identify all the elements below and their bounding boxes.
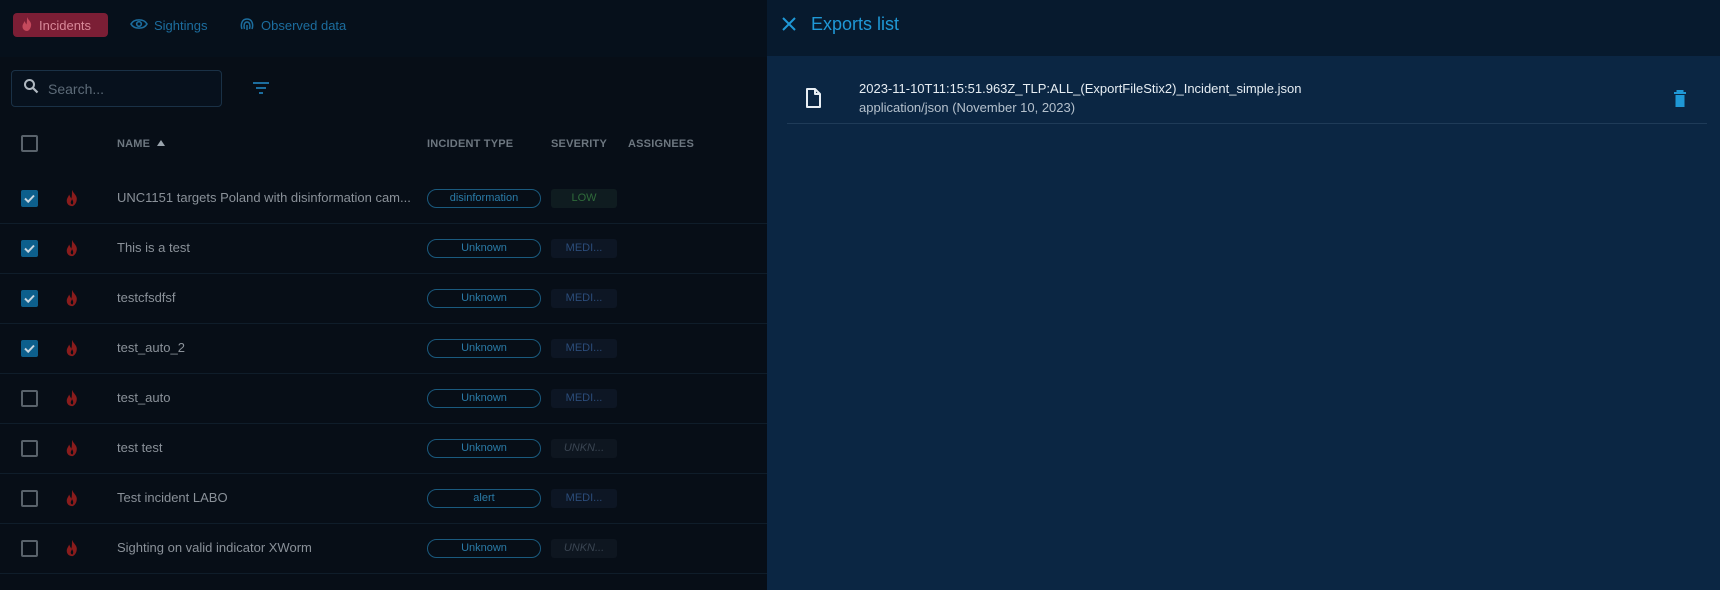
check-icon: [24, 344, 35, 354]
row-checkbox[interactable]: [21, 290, 38, 307]
fire-icon: [21, 16, 39, 34]
column-header-name[interactable]: NAME: [117, 138, 166, 150]
incident-type-chip: Unknown: [427, 339, 541, 358]
severity-badge: MEDI...: [551, 389, 617, 408]
drawer-title: Exports list: [811, 14, 900, 34]
table-row[interactable]: testcfsdfsf Unknown MEDI...: [0, 274, 767, 324]
close-icon: [780, 17, 798, 37]
search-input[interactable]: [46, 79, 210, 98]
incident-name[interactable]: test test: [117, 440, 417, 455]
severity-badge: MEDI...: [551, 489, 617, 508]
search-box: [11, 70, 222, 107]
severity-badge: UNKN...: [551, 439, 617, 458]
incident-name[interactable]: test_auto_2: [117, 340, 417, 355]
table-row[interactable]: test_auto Unknown MEDI...: [0, 374, 767, 424]
export-list-item[interactable]: 2023-11-10T11:15:51.963Z_TLP:ALL_(Export…: [787, 69, 1707, 124]
tab-incidents[interactable]: Incidents: [13, 13, 108, 37]
trash-icon: [1673, 90, 1687, 112]
table-row[interactable]: This is a test Unknown MEDI...: [0, 224, 767, 274]
incident-fire-icon: [65, 189, 79, 212]
sort-ascending-icon: [150, 138, 166, 150]
row-checkbox[interactable]: [21, 390, 38, 407]
tab-label: Observed data: [261, 17, 347, 33]
incidents-pane: Incidents Sightings Observed data NAME: [0, 0, 767, 590]
drawer-header: Exports list: [767, 0, 1720, 56]
search-icon: [12, 78, 39, 99]
check-icon: [24, 294, 35, 304]
incident-type-chip: Unknown: [427, 439, 541, 458]
incident-type-chip: disinformation: [427, 189, 541, 208]
incident-fire-icon: [65, 489, 79, 512]
column-header-incident-type[interactable]: INCIDENT TYPE: [427, 138, 513, 150]
export-file-name: 2023-11-10T11:15:51.963Z_TLP:ALL_(Export…: [859, 81, 1302, 96]
incident-name[interactable]: UNC1151 targets Poland with disinformati…: [117, 190, 417, 205]
incident-name[interactable]: testcfsdfsf: [117, 290, 417, 305]
row-checkbox[interactable]: [21, 190, 38, 207]
incident-fire-icon: [65, 539, 79, 562]
select-all-checkbox[interactable]: [21, 135, 38, 152]
incident-name[interactable]: Test incident LABO: [117, 490, 417, 505]
export-file-meta: application/json (November 10, 2023): [859, 100, 1076, 115]
tab-label: Sightings: [154, 17, 208, 33]
check-icon: [24, 244, 35, 254]
filter-icon: [251, 82, 271, 101]
incident-name[interactable]: This is a test: [117, 240, 417, 255]
incident-fire-icon: [65, 339, 79, 362]
table-row[interactable]: UNC1151 targets Poland with disinformati…: [0, 174, 767, 224]
severity-badge: LOW: [551, 189, 617, 208]
tab-observed-data[interactable]: Observed data: [239, 13, 346, 37]
exports-drawer: Exports list 2023-11-10T11:15:51.963Z_TL…: [767, 0, 1720, 590]
row-checkbox[interactable]: [21, 340, 38, 357]
severity-badge: MEDI...: [551, 239, 617, 258]
severity-badge: UNKN...: [551, 539, 617, 558]
row-checkbox[interactable]: [21, 240, 38, 257]
check-icon: [24, 194, 35, 204]
incident-type-chip: Unknown: [427, 289, 541, 308]
row-checkbox[interactable]: [21, 540, 38, 557]
table-row[interactable]: Sighting on valid indicator XWorm Unknown…: [0, 524, 767, 574]
fingerprint-icon: [239, 16, 261, 35]
incident-fire-icon: [65, 289, 79, 312]
incident-type-chip: Unknown: [427, 239, 541, 258]
close-button[interactable]: [780, 15, 798, 33]
column-header-severity[interactable]: SEVERITY: [551, 138, 607, 150]
incident-name[interactable]: test_auto: [117, 390, 417, 405]
column-header-assignees[interactable]: ASSIGNEES: [628, 138, 694, 150]
table-row[interactable]: Test incident LABO alert MEDI...: [0, 474, 767, 524]
file-icon: [805, 88, 821, 113]
tab-sightings[interactable]: Sightings: [130, 13, 207, 37]
eye-icon: [130, 18, 154, 33]
table-row[interactable]: test test Unknown UNKN...: [0, 424, 767, 474]
entity-tabs-bar: Incidents Sightings Observed data: [0, 0, 767, 57]
incident-type-chip: alert: [427, 489, 541, 508]
incident-type-chip: Unknown: [427, 539, 541, 558]
severity-badge: MEDI...: [551, 289, 617, 308]
incident-name[interactable]: Sighting on valid indicator XWorm: [117, 540, 417, 555]
incident-fire-icon: [65, 389, 79, 412]
severity-badge: MEDI...: [551, 339, 617, 358]
tab-label: Incidents: [39, 17, 92, 33]
filter-button[interactable]: [251, 79, 271, 97]
incident-type-chip: Unknown: [427, 389, 541, 408]
incident-fire-icon: [65, 439, 79, 462]
incident-fire-icon: [65, 239, 79, 262]
row-checkbox[interactable]: [21, 440, 38, 457]
row-checkbox[interactable]: [21, 490, 38, 507]
table-row[interactable]: test_auto_2 Unknown MEDI...: [0, 324, 767, 374]
delete-export-button[interactable]: [1673, 90, 1687, 108]
